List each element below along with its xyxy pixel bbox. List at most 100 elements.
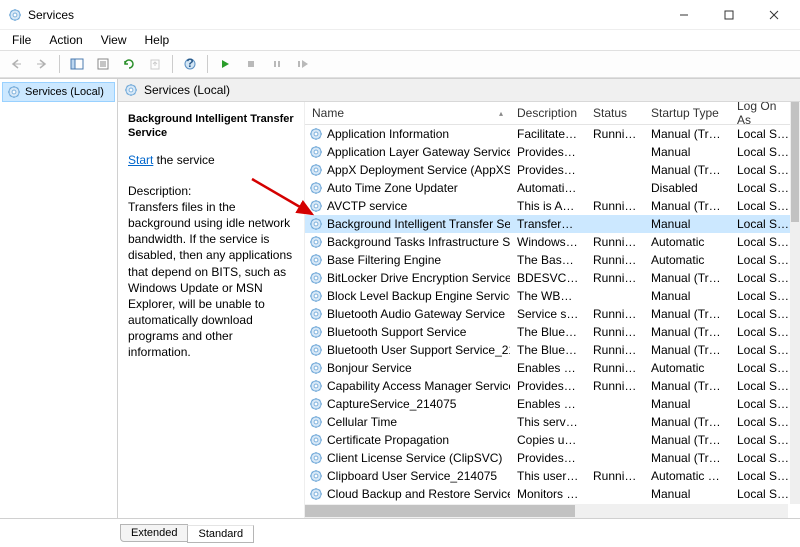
service-cell: Automatic xyxy=(644,360,730,376)
service-row[interactable]: BitLocker Drive Encryption ServiceBDESVC… xyxy=(305,269,800,287)
service-row[interactable]: Capability Access Manager ServiceProvide… xyxy=(305,377,800,395)
service-row[interactable]: Background Intelligent Transfer ServiceT… xyxy=(305,215,800,233)
service-cell: Provides faci... xyxy=(510,378,586,394)
tree-root-services-local[interactable]: Services (Local) xyxy=(2,82,115,102)
window-title: Services xyxy=(28,8,661,22)
service-cell: Running xyxy=(586,126,644,142)
service-row[interactable]: Bonjour ServiceEnables har...RunningAuto… xyxy=(305,359,800,377)
gear-icon xyxy=(7,85,21,99)
service-cell: Running xyxy=(586,252,644,268)
service-cell: Manual xyxy=(644,288,730,304)
service-cell: Running xyxy=(586,324,644,340)
horizontal-scrollbar[interactable] xyxy=(305,504,788,518)
refresh-button[interactable] xyxy=(117,53,141,75)
service-cell xyxy=(586,223,644,225)
gear-icon xyxy=(309,181,323,195)
column-header[interactable]: Description xyxy=(510,102,586,124)
stop-service-button[interactable] xyxy=(239,53,263,75)
service-cell: Windows inf... xyxy=(510,234,586,250)
service-row[interactable]: Bluetooth User Support Service_214075The… xyxy=(305,341,800,359)
service-row[interactable]: AppX Deployment Service (AppXSVC)Provide… xyxy=(305,161,800,179)
service-cell: This service ... xyxy=(510,414,586,430)
pause-service-button[interactable] xyxy=(265,53,289,75)
service-cell: Facilitates th... xyxy=(510,126,586,142)
service-row[interactable]: Clipboard User Service_214075This user s… xyxy=(305,467,800,485)
service-row[interactable]: Client License Service (ClipSVC)Provides… xyxy=(305,449,800,467)
service-cell: Running xyxy=(586,306,644,322)
scroll-thumb[interactable] xyxy=(791,102,799,222)
service-row[interactable]: Cloud Backup and Restore Service_214... M… xyxy=(305,485,800,503)
service-cell: Manual (Trigg... xyxy=(644,342,730,358)
service-cell: Manual (Trigg... xyxy=(644,432,730,448)
service-row[interactable]: AVCTP serviceThis is Audio...RunningManu… xyxy=(305,197,800,215)
properties-button[interactable] xyxy=(91,53,115,75)
service-name-cell: Background Intelligent Transfer Service xyxy=(305,216,510,232)
service-cell: Running xyxy=(586,468,644,484)
start-service-button[interactable] xyxy=(213,53,237,75)
tab-standard[interactable]: Standard xyxy=(187,525,254,543)
menu-file[interactable]: File xyxy=(4,31,39,49)
service-cell: Running xyxy=(586,270,644,286)
service-row[interactable]: Application InformationFacilitates th...… xyxy=(305,125,800,143)
service-cell xyxy=(586,439,644,441)
vertical-scrollbar[interactable] xyxy=(790,102,800,504)
service-row[interactable]: Application Layer Gateway ServiceProvide… xyxy=(305,143,800,161)
column-header[interactable]: Name▴ xyxy=(305,102,510,124)
tree-sidebar: Services (Local) xyxy=(0,79,118,518)
column-header[interactable]: Startup Type xyxy=(644,102,730,124)
restart-service-button[interactable] xyxy=(291,53,315,75)
description-label: Description: xyxy=(128,183,296,199)
menu-view[interactable]: View xyxy=(93,31,135,49)
column-header[interactable]: Status xyxy=(586,102,644,124)
service-cell: Manual (Trigg... xyxy=(644,450,730,466)
service-name-cell: Cloud Backup and Restore Service_214... xyxy=(305,486,510,502)
service-row[interactable]: Block Level Backup Engine ServiceThe WBE… xyxy=(305,287,800,305)
service-cell: The WBENGI... xyxy=(510,288,586,304)
service-cell: Manual xyxy=(644,396,730,412)
service-cell: BDESVC hos... xyxy=(510,270,586,286)
tab-extended[interactable]: Extended xyxy=(120,524,188,542)
service-cell: Disabled xyxy=(644,180,730,196)
minimize-button[interactable] xyxy=(661,0,706,30)
selected-service-name: Background Intelligent Transfer Service xyxy=(128,112,296,141)
service-row[interactable]: Background Tasks Infrastructure ServiceW… xyxy=(305,233,800,251)
help-button[interactable]: ? xyxy=(178,53,202,75)
service-name-cell: Capability Access Manager Service xyxy=(305,378,510,394)
service-cell: Manual xyxy=(644,486,730,502)
close-button[interactable] xyxy=(751,0,796,30)
service-cell: The Base Filt... xyxy=(510,252,586,268)
service-cell: Manual (Trigg... xyxy=(644,414,730,430)
gear-icon xyxy=(124,83,138,97)
service-cell: Enables har... xyxy=(510,360,586,376)
forward-button[interactable] xyxy=(30,53,54,75)
svg-text:?: ? xyxy=(186,58,193,70)
maximize-button[interactable] xyxy=(706,0,751,30)
service-row[interactable]: Base Filtering EngineThe Base Filt...Run… xyxy=(305,251,800,269)
export-button[interactable] xyxy=(143,53,167,75)
service-cell xyxy=(586,457,644,459)
menu-action[interactable]: Action xyxy=(41,31,90,49)
back-button[interactable] xyxy=(4,53,28,75)
service-row[interactable]: CaptureService_214075Enables opti...Manu… xyxy=(305,395,800,413)
start-link[interactable]: Start xyxy=(128,153,153,167)
gear-icon xyxy=(309,163,323,177)
gear-icon xyxy=(309,379,323,393)
service-cell xyxy=(586,151,644,153)
scroll-thumb[interactable] xyxy=(305,505,575,517)
service-cell: Provides sup... xyxy=(510,144,586,160)
service-name-cell: Cellular Time xyxy=(305,414,510,430)
service-row[interactable]: Certificate PropagationCopies user ...Ma… xyxy=(305,431,800,449)
service-row[interactable]: Auto Time Zone UpdaterAutomaticall...Dis… xyxy=(305,179,800,197)
menu-help[interactable]: Help xyxy=(137,31,178,49)
service-name-cell: Bluetooth Audio Gateway Service xyxy=(305,306,510,322)
column-headers: Name▴DescriptionStatusStartup TypeLog On… xyxy=(305,102,800,125)
service-row[interactable]: Bluetooth Support ServiceThe Bluetoo...R… xyxy=(305,323,800,341)
service-cell xyxy=(586,169,644,171)
service-cell: Manual xyxy=(644,216,730,232)
service-name-cell: Clipboard User Service_214075 xyxy=(305,468,510,484)
service-row[interactable]: Cellular TimeThis service ... Manual (Tri… xyxy=(305,413,800,431)
service-row[interactable]: Bluetooth Audio Gateway ServiceService s… xyxy=(305,305,800,323)
service-cell: Running xyxy=(586,342,644,358)
description-text: Transfers files in the background using … xyxy=(128,199,296,361)
show-hide-tree-button[interactable] xyxy=(65,53,89,75)
